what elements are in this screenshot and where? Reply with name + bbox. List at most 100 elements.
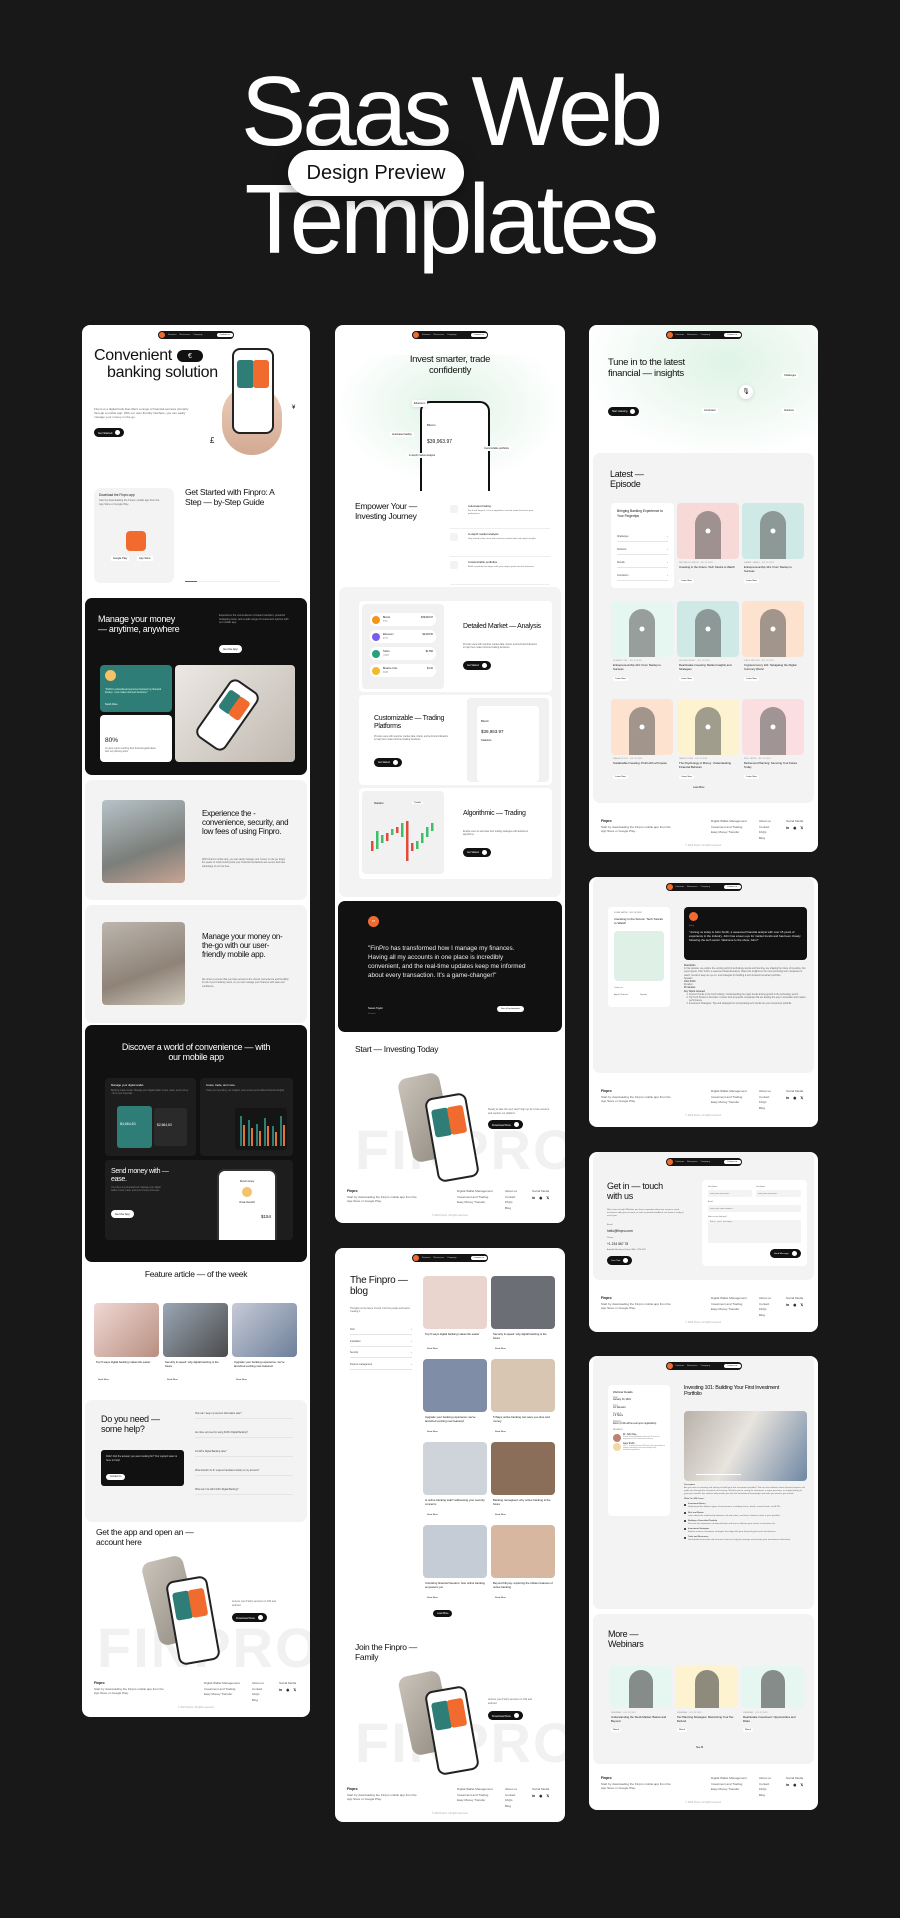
- get-started-button[interactable]: Get Started: [94, 428, 125, 437]
- start-listening-button[interactable]: Start Listening: [608, 407, 640, 416]
- faq-item[interactable]: Are there any fees for using FinPro Digi…: [195, 1429, 293, 1438]
- play-icon[interactable]: [639, 626, 645, 632]
- social-icon[interactable]: 𝕏: [293, 1688, 296, 1692]
- listen-now-link[interactable]: Listen Now: [744, 579, 759, 583]
- blog-post-card[interactable]: Security & speed: why digital banking is…: [491, 1276, 555, 1356]
- contact-us-button[interactable]: Contact us: [724, 885, 741, 889]
- finpro-logo[interactable]: [413, 332, 419, 338]
- social-icon[interactable]: ◉: [793, 1783, 796, 1787]
- category-item[interactable]: Security ›: [350, 1349, 412, 1358]
- episode-card[interactable]: SELINA KNIGHT · JUL 20 2024 Real Estate …: [677, 601, 739, 689]
- nav-item[interactable]: Resources: [180, 334, 190, 336]
- apple-podcast-link[interactable]: Apple Podcast: [614, 994, 628, 997]
- footer-link[interactable]: Digital Wallet Management: [711, 819, 747, 825]
- social-icon[interactable]: ◉: [793, 1096, 796, 1100]
- download-now-button[interactable]: Download Now: [232, 1613, 267, 1622]
- download-now-button[interactable]: Download Now: [488, 1120, 523, 1129]
- contact-us-button[interactable]: Contact Us: [106, 1474, 126, 1480]
- social-icon[interactable]: in: [786, 1303, 789, 1307]
- footer-link[interactable]: About us: [759, 1089, 771, 1095]
- google-play-button[interactable]: Google Play: [111, 556, 130, 561]
- candle-select[interactable]: Candle: [412, 802, 423, 804]
- message-input[interactable]: [708, 1220, 801, 1243]
- email-input[interactable]: [708, 1205, 801, 1212]
- contact-us-button[interactable]: Contact us: [724, 1160, 741, 1164]
- finpro-logo[interactable]: [666, 884, 673, 890]
- nav-item[interactable]: Resources: [687, 334, 697, 336]
- social-icon[interactable]: in: [532, 1794, 535, 1798]
- read-more-link[interactable]: Read More: [96, 1378, 111, 1382]
- read-more-link[interactable]: Read More: [493, 1347, 508, 1351]
- nav-item[interactable]: Company: [701, 1161, 710, 1163]
- contact-us-button[interactable]: Contact us: [470, 1256, 487, 1260]
- nav-item[interactable]: Company: [701, 1365, 710, 1367]
- nav-item[interactable]: Features: [676, 1161, 685, 1163]
- finpro-logo[interactable]: [666, 1159, 673, 1165]
- email-value[interactable]: hello@finpro.com: [607, 1229, 633, 1234]
- play-icon[interactable]: [770, 626, 776, 632]
- nav-item[interactable]: Features: [168, 334, 177, 336]
- watch-link[interactable]: Watch: [743, 1728, 754, 1732]
- contact-us-button[interactable]: Contact us: [724, 333, 741, 337]
- top-nav[interactable]: Features Resources Company Contact us: [412, 331, 488, 339]
- send-get-app-button[interactable]: Get the App: [111, 1210, 134, 1218]
- contact-us-button[interactable]: Contact us: [470, 333, 487, 337]
- footer-link[interactable]: Easy Money Transfer: [711, 830, 747, 836]
- webinar-card[interactable]: WEBINAR · JUL 20 2024 Real Estate Invest…: [741, 1666, 804, 1736]
- live-chat-button[interactable]: Live Chat: [607, 1256, 633, 1265]
- listen-now-link[interactable]: Listen Now: [744, 775, 759, 779]
- episode-card[interactable]: ERIC HIPES · JUL 20 2024 Retirement Plan…: [742, 699, 804, 787]
- watch-link[interactable]: Watch: [611, 1728, 622, 1732]
- read-more-link[interactable]: Read More: [493, 1513, 508, 1517]
- top-nav[interactable]: Features Resources Company Contact us: [665, 1362, 742, 1370]
- social-icon[interactable]: ◉: [793, 826, 796, 830]
- article-card[interactable]: Top 5 ways digital banking makes life ea…: [94, 1303, 159, 1393]
- coin-row[interactable]: Binance Coin BNB $1.00: [370, 664, 436, 677]
- video-progress[interactable]: [696, 1473, 741, 1475]
- listen-now-link[interactable]: Listen Now: [613, 775, 628, 779]
- footer-link[interactable]: About us: [505, 1787, 517, 1793]
- footer-link[interactable]: About us: [759, 819, 771, 825]
- read-more-link[interactable]: Read More: [493, 1596, 508, 1600]
- play-icon[interactable]: [689, 912, 698, 921]
- footer-link[interactable]: About us: [759, 1296, 771, 1302]
- social-icon[interactable]: ◉: [793, 1303, 796, 1307]
- blog-post-card[interactable]: Banking reimagined: why online banking i…: [491, 1442, 555, 1522]
- social-icon[interactable]: 𝕏: [800, 1783, 803, 1787]
- last-name-input[interactable]: [756, 1190, 801, 1197]
- contact-us-button[interactable]: Contact us: [216, 333, 233, 337]
- blog-post-card[interactable]: Is online banking safe? addressing your …: [423, 1442, 487, 1522]
- read-more-link[interactable]: Read More: [425, 1513, 440, 1517]
- watch-link[interactable]: Watch: [677, 1728, 688, 1732]
- footer-link[interactable]: Blog: [759, 1313, 771, 1319]
- footer-link[interactable]: Digital Wallet Management: [711, 1089, 747, 1095]
- blog-post-card[interactable]: Unlocking financial freedom: how online …: [423, 1525, 487, 1605]
- top-nav[interactable]: Features Resources Company Contact us: [665, 331, 742, 339]
- nav-item[interactable]: Company: [447, 1257, 456, 1259]
- social-icon[interactable]: in: [279, 1688, 282, 1692]
- finpro-logo[interactable]: [666, 1363, 673, 1369]
- footer-link[interactable]: Easy Money Transfer: [711, 1787, 747, 1793]
- contact-us-button[interactable]: Contact us: [724, 1364, 741, 1368]
- blog-post-card[interactable]: 5 Ways online banking can save you time …: [491, 1359, 555, 1439]
- webinar-card[interactable]: WEBINAR · JUL 20 2024 Understanding the …: [609, 1666, 672, 1736]
- category-item[interactable]: Tech ›: [350, 1326, 412, 1335]
- send-message-button[interactable]: Send Message: [770, 1249, 801, 1258]
- nav-item[interactable]: Features: [422, 334, 431, 336]
- footer-link[interactable]: Digital Wallet Management: [457, 1189, 493, 1195]
- blog-post-card[interactable]: Top 5 ways digital banking makes life ea…: [423, 1276, 487, 1356]
- episode-card[interactable]: DANIEL JAMES · JUL 20 2024 Entrepreneurs…: [742, 503, 804, 591]
- nav-item[interactable]: Resources: [434, 334, 444, 336]
- coin-row[interactable]: Tether USDT $1.566: [370, 647, 436, 660]
- footer-link[interactable]: About us: [505, 1189, 517, 1195]
- social-icon[interactable]: in: [786, 1783, 789, 1787]
- footer-link[interactable]: Digital Wallet Management: [457, 1787, 493, 1793]
- social-icon[interactable]: 𝕏: [800, 1303, 803, 1307]
- faq-item[interactable]: What can I do with FinPro Digital Bankin…: [195, 1486, 293, 1495]
- topic-item[interactable]: Challenges ›: [617, 533, 668, 542]
- episode-card[interactable]: DAVID BROWN · JUL 20 2024 Cryptocurrency…: [742, 601, 804, 689]
- social-icon[interactable]: in: [786, 1096, 789, 1100]
- footer-link[interactable]: Digital Wallet Management: [204, 1681, 240, 1687]
- see-all-testimonials-button[interactable]: See all testimonials: [497, 1006, 524, 1012]
- social-icon[interactable]: 𝕏: [800, 1096, 803, 1100]
